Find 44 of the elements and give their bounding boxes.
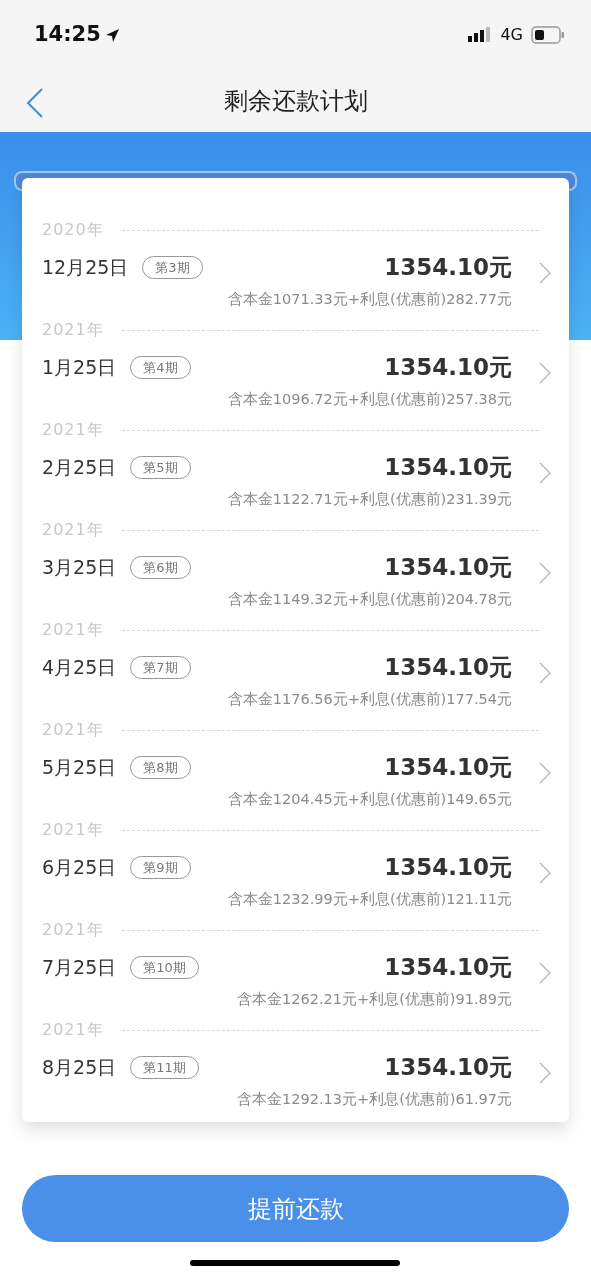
- battery-icon: [531, 26, 565, 44]
- amount: 1354.10元: [384, 653, 512, 682]
- due-date: 12月25日: [42, 255, 129, 280]
- back-icon: [26, 88, 44, 118]
- location-icon: [104, 27, 120, 43]
- due-date: 3月25日: [42, 555, 117, 580]
- amount: 1354.10元: [384, 853, 512, 882]
- due-date: 1月25日: [42, 355, 117, 380]
- amount-breakdown: 含本金1232.99元+利息(优惠前)121.11元: [226, 889, 512, 909]
- amount-breakdown: 含本金1149.32元+利息(优惠前)204.78元: [226, 589, 512, 609]
- amount: 1354.10元: [384, 753, 512, 782]
- amount: 1354.10元: [384, 453, 512, 482]
- amount: 1354.10元: [384, 1053, 512, 1082]
- chevron-icon[interactable]: [539, 362, 551, 384]
- due-date: 4月25日: [42, 655, 117, 680]
- prepay-button[interactable]: 提前还款: [22, 1175, 569, 1242]
- signal-icon: [468, 27, 493, 43]
- amount-breakdown: 含本金1176.56元+利息(优惠前)177.54元: [226, 689, 512, 709]
- network-label: 4G: [500, 24, 523, 46]
- due-date: 2月25日: [42, 455, 117, 480]
- page-title: 剩余还款计划: [223, 86, 368, 117]
- amount-breakdown: 含本金1262.21元+利息(优惠前)91.89元: [236, 989, 512, 1009]
- chevron-icon[interactable]: [539, 862, 551, 884]
- chevron-icon[interactable]: [539, 262, 551, 284]
- chevron-icon[interactable]: [539, 1062, 551, 1084]
- amount-breakdown: 含本金1204.45元+利息(优惠前)149.65元: [226, 789, 512, 809]
- amount: 1354.10元: [384, 553, 512, 582]
- due-date: 8月25日: [42, 1055, 117, 1080]
- chevron-icon[interactable]: [539, 462, 551, 484]
- amount: 1354.10元: [384, 353, 512, 382]
- amount: 1354.10元: [384, 953, 512, 982]
- status-time: 14:25: [34, 21, 101, 49]
- amount-breakdown: 含本金1096.72元+利息(优惠前)257.38元: [226, 389, 512, 409]
- due-date: 5月25日: [42, 755, 117, 780]
- chevron-icon[interactable]: [539, 762, 551, 784]
- chevron-icon[interactable]: [539, 662, 551, 684]
- amount-breakdown: 含本金1122.71元+利息(优惠前)231.39元: [226, 489, 512, 509]
- chevron-icon[interactable]: [539, 562, 551, 584]
- due-date: 7月25日: [42, 955, 117, 980]
- amount-breakdown: 含本金1292.13元+利息(优惠前)61.97元: [236, 1089, 512, 1109]
- amount-breakdown: 含本金1071.33元+利息(优惠前)282.77元: [226, 289, 512, 309]
- due-date: 6月25日: [42, 855, 117, 880]
- amount: 1354.10元: [384, 253, 512, 282]
- chevron-icon[interactable]: [539, 962, 551, 984]
